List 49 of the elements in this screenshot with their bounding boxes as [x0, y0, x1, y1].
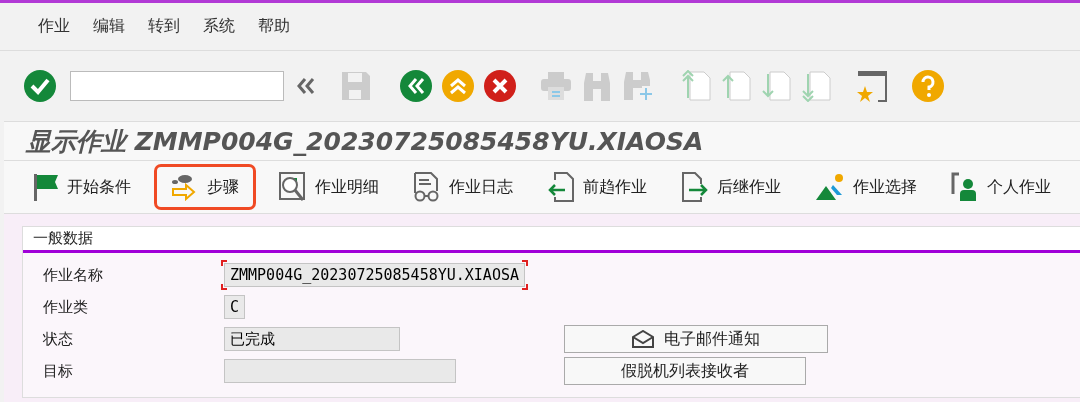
last-page-icon[interactable] — [802, 70, 832, 102]
document-arrow-right-icon — [681, 172, 709, 202]
previous-page-icon[interactable] — [722, 70, 752, 102]
toolbar-button[interactable]: 后继作业 — [670, 163, 792, 211]
first-page-icon[interactable] — [682, 70, 712, 102]
push-button[interactable]: 电子邮件通知 — [564, 325, 828, 353]
toolbar-button[interactable]: 作业选择 — [804, 164, 928, 210]
person-frame-icon — [951, 172, 979, 202]
magnifier-list-icon — [279, 172, 307, 202]
read-only-field[interactable]: 已完成 — [221, 324, 403, 354]
document-glasses-icon — [413, 172, 441, 202]
flag-icon — [33, 173, 59, 201]
envelope-icon — [632, 330, 654, 348]
enter-icon[interactable] — [24, 70, 56, 102]
field-label: 作业类 — [43, 297, 89, 317]
field-label: 状态 — [43, 329, 74, 349]
shapes-icon — [815, 173, 845, 201]
print-icon[interactable] — [540, 71, 572, 101]
group-title: 一般数据 — [33, 229, 93, 247]
menu-item[interactable]: 编辑 — [93, 16, 125, 37]
help-icon[interactable] — [912, 70, 944, 102]
toolbar-button[interactable]: 作业明细 — [268, 163, 390, 211]
push-button[interactable]: 假脱机列表接收者 — [564, 357, 806, 385]
find-next-icon[interactable] — [622, 70, 654, 102]
toolbar-button[interactable]: 步骤 — [154, 164, 256, 210]
menu-item[interactable]: 转到 — [148, 16, 180, 37]
exit-icon[interactable] — [442, 70, 474, 102]
field-label: 目标 — [43, 361, 74, 381]
back-icon[interactable] — [400, 70, 432, 102]
read-only-field[interactable]: ZMMP004G_20230725085458YU.XIAOSA — [221, 260, 528, 290]
cancel-icon[interactable] — [484, 70, 516, 102]
document-arrow-left-icon — [547, 172, 575, 202]
find-icon[interactable] — [582, 71, 612, 101]
next-page-icon[interactable] — [762, 70, 792, 102]
collapse-icon[interactable] — [296, 77, 316, 95]
menu-item[interactable]: 作业 — [38, 16, 70, 37]
read-only-field[interactable]: C — [221, 292, 248, 322]
field-label: 作业名称 — [43, 265, 104, 285]
window-star-icon[interactable] — [856, 70, 888, 102]
command-field[interactable] — [70, 71, 284, 101]
toolbar-button[interactable]: 个人作业 — [940, 163, 1062, 211]
save-icon[interactable] — [340, 70, 372, 102]
toolbar-button[interactable]: 作业日志 — [402, 163, 524, 211]
toolbar-button[interactable]: 前趋作业 — [536, 163, 658, 211]
read-only-field[interactable] — [221, 356, 459, 386]
toolbar-button[interactable]: 开始条件 — [22, 164, 142, 210]
menu-item[interactable]: 帮助 — [258, 16, 290, 37]
screen-title: 显示作业 ZMMP004G_20230725085458YU.XIAOSA — [26, 125, 704, 158]
menu-item[interactable]: 系统 — [203, 16, 235, 37]
